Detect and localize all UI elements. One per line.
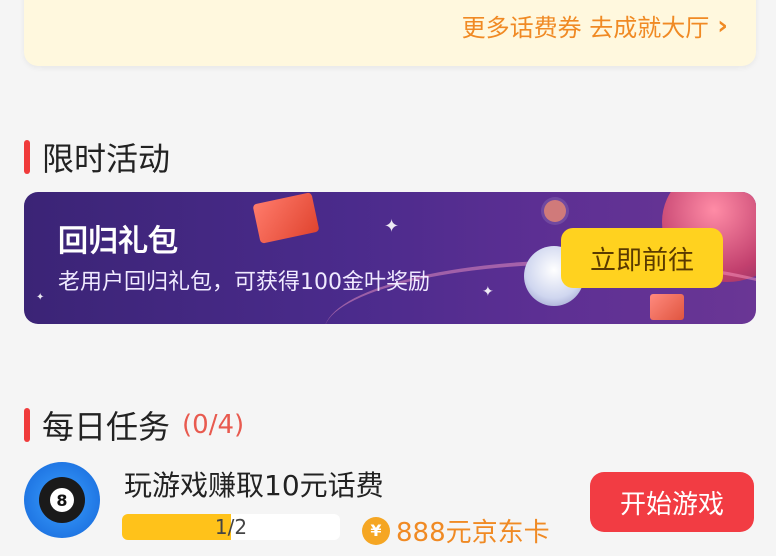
eight-ball-icon: 8 xyxy=(39,477,85,523)
daily-section-header: 每日任务 (0/4) xyxy=(24,402,244,448)
star-icon: ✦ xyxy=(384,216,400,237)
limited-section-header: 限时活动 xyxy=(24,134,170,180)
small-planet-decoration xyxy=(544,200,566,222)
task-reward: ¥ 888元京东卡 xyxy=(362,512,550,549)
progress-label: 1/2 xyxy=(214,515,248,539)
eight-ball-number: 8 xyxy=(50,488,74,512)
achievement-card: 更多话费券 去成就大厅 › xyxy=(24,0,756,66)
more-coupons-label: 更多话费券 去成就大厅 xyxy=(461,14,710,42)
banner-subtitle: 老用户回归礼包，可获得100金叶奖励 xyxy=(58,270,430,295)
coin-icon: ¥ xyxy=(362,516,390,545)
task-title: 玩游戏赚取10元话费 xyxy=(124,469,384,502)
section-accent-bar xyxy=(24,408,30,442)
start-game-button[interactable]: 开始游戏 xyxy=(590,472,754,532)
go-now-button[interactable]: 立即前往 xyxy=(561,228,723,288)
chevron-right-icon: › xyxy=(717,10,728,41)
gift-box-icon xyxy=(252,192,320,244)
banner-title: 回归礼包 xyxy=(58,224,178,259)
daily-section-title: 每日任务 xyxy=(42,408,171,446)
return-gift-banner[interactable]: ✦ ✦ ✦ 回归礼包 老用户回归礼包，可获得100金叶奖励 立即前往 xyxy=(24,192,756,324)
star-icon: ✦ xyxy=(482,284,494,300)
task-progress-bar: 1/2 xyxy=(122,514,340,540)
star-icon: ✦ xyxy=(36,292,45,303)
small-gift-box-icon xyxy=(650,294,684,320)
daily-task-item: 8 玩游戏赚取10元话费 1/2 ¥ 888元京东卡 开始游戏 xyxy=(24,462,756,556)
more-coupons-link[interactable]: 更多话费券 去成就大厅 › xyxy=(462,8,728,43)
billiards-game-icon: 8 xyxy=(24,462,100,538)
limited-section-title: 限时活动 xyxy=(42,140,171,178)
section-accent-bar xyxy=(24,140,30,174)
daily-task-count: (0/4) xyxy=(182,410,245,440)
reward-text: 888元京东卡 xyxy=(396,518,550,548)
